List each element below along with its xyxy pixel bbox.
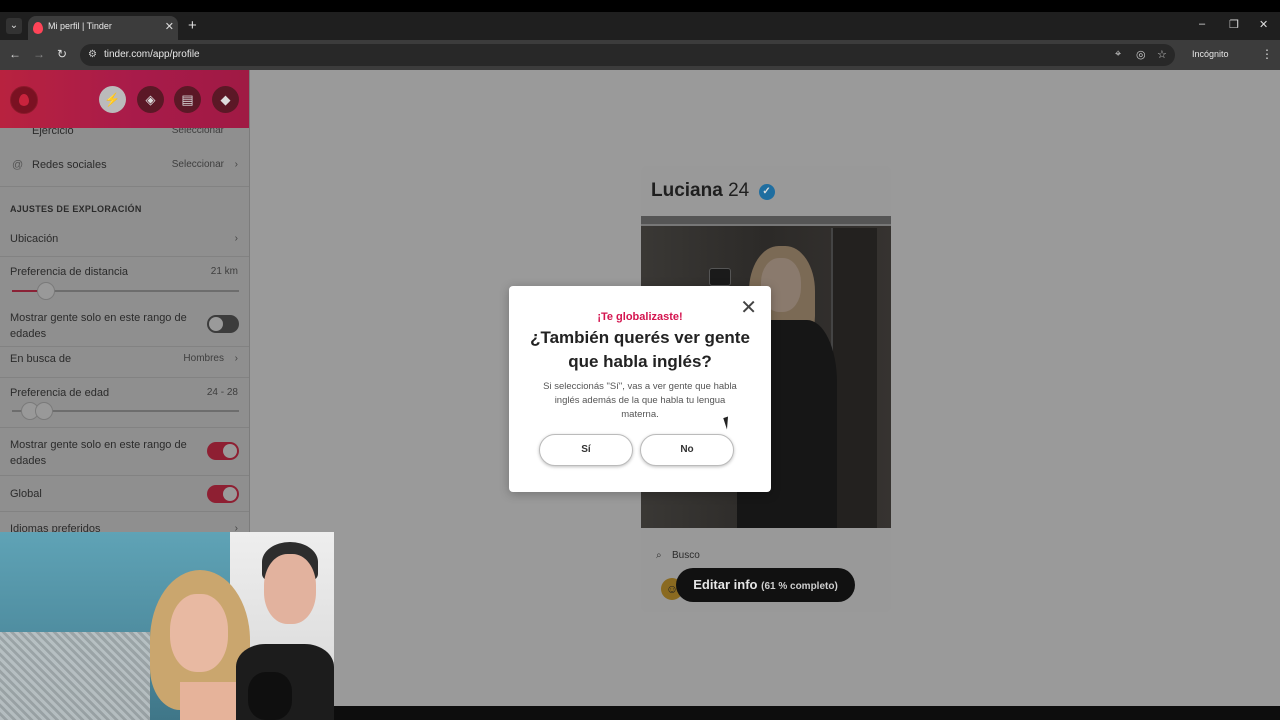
- incognito-indicator[interactable]: Incógnito: [1192, 49, 1229, 59]
- shield-icon[interactable]: ◆: [212, 86, 239, 113]
- edit-info-label: Editar info: [693, 577, 758, 592]
- microphone: [248, 672, 292, 720]
- yes-button[interactable]: Sí: [539, 434, 633, 466]
- sidebar-row-social[interactable]: @ Redes sociales Seleccionar ›: [0, 158, 249, 178]
- divider: [0, 377, 249, 378]
- tab-search-button[interactable]: ⌄: [6, 18, 22, 34]
- sidebar-row-exercise[interactable]: Ejercicio Seleccionar: [0, 125, 249, 145]
- edit-info-button[interactable]: Editar info (61 % completo): [676, 568, 855, 602]
- row-label: Ubicación: [10, 233, 59, 245]
- tinder-flame-icon: [33, 22, 43, 34]
- chevron-right-icon: ›: [234, 159, 238, 170]
- global-label: Global: [10, 488, 42, 500]
- divider: [0, 427, 249, 428]
- sidebar-row-looking-for[interactable]: En busca de Hombres ›: [0, 353, 249, 373]
- toggle-knob: [223, 487, 237, 501]
- divider: [0, 511, 249, 512]
- eye-off-icon[interactable]: ◎: [1136, 48, 1146, 61]
- webcam-person2-face: [264, 554, 316, 624]
- chevron-right-icon: ›: [234, 353, 238, 364]
- distance-value: 21 km: [210, 266, 238, 277]
- new-tab-button[interactable]: +: [188, 17, 197, 34]
- address-bar[interactable]: ⚙ tinder.com/app/profile ⌖ ◎ ☆: [80, 44, 1175, 66]
- modal-kicker: ¡Te globalizaste!: [597, 311, 683, 323]
- lightning-icon[interactable]: ⚡: [99, 86, 126, 113]
- browser-toolbar: ← → ↻ ⚙ tinder.com/app/profile ⌖ ◎ ☆ Inc…: [0, 40, 1280, 70]
- verified-check-icon: ✓: [758, 184, 775, 200]
- no-button[interactable]: No: [640, 434, 734, 466]
- back-button[interactable]: ←: [9, 47, 21, 61]
- at-icon: @: [12, 159, 24, 171]
- webcam-person-face: [170, 594, 228, 672]
- age-label: Preferencia de edad: [10, 387, 110, 399]
- divider: [0, 186, 249, 187]
- sidebar-row-location[interactable]: Ubicación ›: [0, 233, 249, 253]
- toggle-knob: [223, 444, 237, 458]
- age-value: 24 - 28: [206, 387, 238, 398]
- search-icon: ⌕: [656, 550, 662, 561]
- reload-button[interactable]: ↻: [57, 47, 67, 61]
- forward-button[interactable]: →: [33, 47, 45, 61]
- location-icon[interactable]: ⌖: [1115, 48, 1121, 61]
- global-language-modal: ✕ ¡Te globalizaste! ¿También querés ver …: [509, 286, 771, 492]
- age-range-toggle[interactable]: [207, 442, 239, 460]
- restore-button[interactable]: ❐: [1229, 18, 1239, 31]
- compass-icon[interactable]: ◈: [137, 86, 164, 113]
- profile-avatar[interactable]: [10, 86, 38, 114]
- global-toggle[interactable]: [207, 485, 239, 503]
- screen: ⌄ Mi perfil | Tinder ✕ + – ❐ ✕ ← → ↻ ⚙ t…: [0, 0, 1280, 720]
- modal-title: ¿También querés ver gente que habla ingl…: [530, 328, 750, 371]
- distance-slider[interactable]: [12, 282, 239, 300]
- photo-ceiling: [641, 216, 891, 226]
- browser-menu-button[interactable]: ⋮: [1261, 47, 1273, 61]
- distance-preference: Preferencia de distancia 21 km: [0, 266, 249, 286]
- distance-slider-thumb[interactable]: [37, 282, 56, 300]
- looking-for-label: Busco: [672, 550, 700, 561]
- row-label: En busca de: [10, 353, 72, 365]
- row-label: Redes sociales: [32, 159, 107, 171]
- divider: [0, 346, 249, 347]
- profile-age: 24: [728, 180, 750, 201]
- profile-name: Luciana: [651, 180, 723, 201]
- browser-tab-strip: ⌄ Mi perfil | Tinder ✕ + – ❐ ✕: [0, 0, 1280, 40]
- star-icon[interactable]: ☆: [1157, 48, 1167, 61]
- row-value: Seleccionar: [171, 159, 224, 170]
- minimize-button[interactable]: –: [1199, 18, 1205, 30]
- tab-close-icon[interactable]: ✕: [165, 20, 174, 33]
- tab-title: Mi perfil | Tinder: [48, 21, 112, 31]
- chevron-right-icon: ›: [234, 233, 238, 244]
- profile-heading: Luciana 24 ✓: [651, 180, 775, 202]
- toggle-knob: [209, 317, 223, 331]
- site-info-icon[interactable]: ⚙: [88, 49, 97, 60]
- webcam-chair: [0, 632, 150, 720]
- card-footer: ⌕ Busco ☺ Editar info (61 % completo): [641, 538, 891, 612]
- photo-phone: [709, 268, 731, 286]
- close-window-button[interactable]: ✕: [1259, 18, 1268, 31]
- sidebar-header: ⚡ ◈ ▤ ◆: [0, 70, 249, 128]
- photo-door: [831, 228, 877, 528]
- url-text: tinder.com/app/profile: [104, 49, 200, 60]
- bottom-bar: [334, 706, 1280, 720]
- distance-label: Preferencia de distancia: [10, 266, 129, 278]
- section-title: AJUSTES DE EXPLORACIÓN: [10, 204, 142, 214]
- briefcase-icon[interactable]: ▤: [174, 86, 201, 113]
- toggle-label: Mostrar gente solo en este rango de edad…: [10, 439, 187, 467]
- distance-range-toggle[interactable]: [207, 315, 239, 333]
- toggle-label: Mostrar gente solo en este rango de edad…: [10, 312, 187, 340]
- age-slider-max-thumb[interactable]: [34, 402, 53, 420]
- row-value: Hombres: [183, 353, 224, 364]
- divider: [0, 256, 249, 257]
- edit-info-progress: (61 % completo): [761, 581, 838, 592]
- divider: [0, 475, 249, 476]
- webcam-overlay: [0, 532, 334, 720]
- browser-tab[interactable]: Mi perfil | Tinder ✕: [28, 16, 178, 40]
- age-slider[interactable]: [12, 402, 239, 420]
- modal-body: Si seleccionás "Sí", vas a ver gente que…: [543, 381, 737, 420]
